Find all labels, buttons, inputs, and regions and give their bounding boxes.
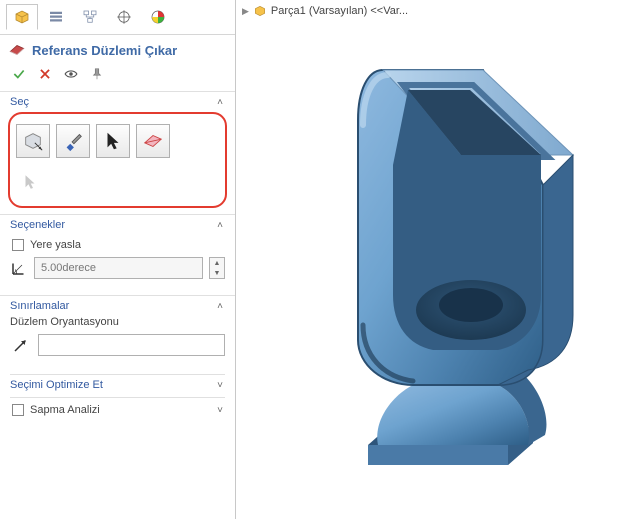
appearance-icon [149,8,167,26]
plane-orientation-input[interactable] [38,334,225,356]
section-constraints-body: Düzlem Oryantasyonu [0,314,235,374]
section-optimize-label: Seçimi Optimize Et [10,379,103,391]
cursor-icon [102,130,124,152]
deviation-analysis-checkbox[interactable] [12,404,24,416]
angle-stepper[interactable]: ▲ ▼ [209,257,225,279]
command-action-row [0,63,235,92]
brush-icon [62,130,84,152]
preview-button[interactable] [62,65,80,83]
property-manager-panel: Referans Düzlemi Çıkar [0,0,236,519]
tangent-icon [142,130,164,152]
deviation-analysis-row[interactable]: Sapma Analizi [10,400,102,420]
face-select-icon [22,130,44,152]
cursor-light-icon [21,173,39,191]
ok-button[interactable] [10,65,28,83]
model-render [236,0,639,519]
select-face-tool[interactable] [16,124,50,158]
tab-display-manager[interactable] [142,4,174,30]
stepper-down-icon[interactable]: ▼ [210,268,224,278]
chevron-up-icon: ˄ [217,220,223,231]
cancel-button[interactable] [36,65,54,83]
cursor-deselect-tool[interactable] [16,168,44,196]
section-select-header[interactable]: Seç ˄ [0,92,235,110]
deviation-analysis-label: Sapma Analizi [30,404,100,416]
graphics-viewport[interactable]: ▶ Parça1 (Varsayılan) <<Var... [236,0,639,519]
eye-icon [64,67,78,81]
check-icon [12,67,26,81]
snap-to-ground-checkbox[interactable] [12,239,24,251]
angle-icon [10,259,28,277]
selection-tools-highlight [8,112,227,208]
reference-plane-icon [8,41,26,59]
part-mesh-graphic [273,25,603,495]
snap-to-ground-row[interactable]: Yere yasla [10,235,225,255]
tab-feature-manager[interactable] [6,4,38,30]
tree-icon [81,8,99,26]
pin-icon [90,67,104,81]
cube-icon [13,8,31,26]
section-options-body: Yere yasla 5.00derece ▲ ▼ [0,233,235,295]
section-constraints-label: Sınırlamalar [10,300,69,312]
pin-button[interactable] [88,65,106,83]
paint-select-tool[interactable] [56,124,90,158]
command-title: Referans Düzlemi Çıkar [32,43,177,58]
chevron-down-icon: ˅ [217,380,223,391]
section-select-label: Seç [10,96,29,108]
close-icon [38,67,52,81]
direction-arrow-icon [12,336,30,354]
chevron-up-icon: ˄ [217,301,223,312]
section-options-header[interactable]: Seçenekler ˄ [0,214,235,233]
section-optimize-header[interactable]: Seçimi Optimize Et ˅ [0,375,235,393]
tab-configuration-manager[interactable] [74,4,106,30]
crosshair-icon [115,8,133,26]
panel-tabs [0,0,235,35]
section-deviation-body: Sapma Analizi ˅ [0,398,235,428]
plane-orientation-label: Düzlem Oryantasyonu [10,316,225,330]
tab-property-manager[interactable] [40,4,72,30]
section-constraints-header[interactable]: Sınırlamalar ˄ [0,295,235,314]
tab-dimxpert-manager[interactable] [108,4,140,30]
angle-input[interactable]: 5.00derece [34,257,203,279]
list-icon [47,8,65,26]
stepper-up-icon[interactable]: ▲ [210,258,224,268]
command-title-row: Referans Düzlemi Çıkar [0,35,235,63]
pointer-select-tool[interactable] [96,124,130,158]
snap-to-ground-label: Yere yasla [30,239,81,251]
tangent-select-tool[interactable] [136,124,170,158]
chevron-down-icon: ˅ [217,405,225,416]
angle-input-value: 5.00derece [41,262,96,274]
chevron-up-icon: ˄ [217,97,223,108]
section-options-label: Seçenekler [10,219,65,231]
